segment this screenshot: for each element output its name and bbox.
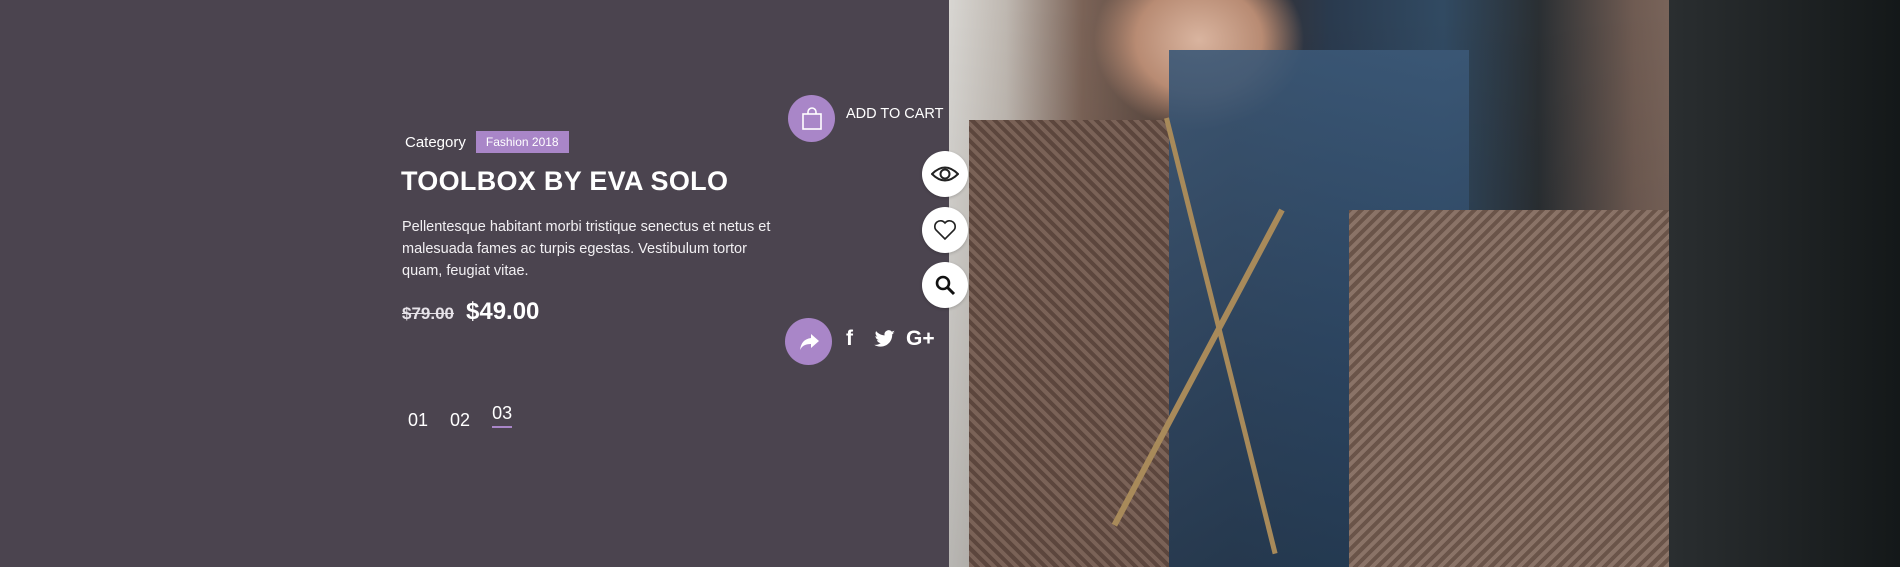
wishlist-button[interactable] — [922, 207, 968, 253]
photo-background — [1669, 0, 1900, 567]
old-price: $79.00 — [402, 304, 454, 323]
eye-icon — [931, 166, 959, 182]
heart-icon — [934, 220, 956, 241]
product-description: Pellentesque habitant morbi tristique se… — [402, 219, 771, 279]
slide-pager: 01 02 03 — [408, 403, 513, 435]
share-button[interactable] — [785, 318, 832, 365]
add-to-cart-button[interactable] — [788, 95, 835, 142]
photo-jacket-right — [1349, 210, 1669, 567]
shopping-bag-icon — [801, 106, 822, 130]
product-panel — [0, 0, 949, 567]
add-to-cart-label[interactable]: ADD TO CART — [846, 106, 944, 122]
product-title: TOOLBOX BY EVA SOLO — [401, 166, 729, 196]
google-plus-icon[interactable]: G+ — [906, 327, 935, 351]
share-icon — [799, 333, 819, 350]
price-row: $79.00 $49.00 — [402, 298, 539, 326]
photo-jacket-left — [969, 120, 1169, 567]
twitter-icon[interactable] — [874, 330, 896, 354]
pager-item-01[interactable]: 01 — [408, 410, 428, 435]
product-photo — [949, 0, 1900, 567]
category-badge[interactable]: Fashion 2018 — [475, 131, 569, 153]
category-label: Category — [405, 133, 466, 151]
search-icon — [935, 275, 956, 296]
pager-item-02[interactable]: 02 — [450, 410, 470, 435]
quick-view-button[interactable] — [922, 151, 968, 197]
twitter-bird-icon — [874, 330, 895, 347]
pager-item-03[interactable]: 03 — [492, 403, 513, 428]
category-row: Category Fashion 2018 — [405, 131, 569, 153]
new-price: $49.00 — [466, 298, 540, 325]
search-button[interactable] — [922, 262, 968, 308]
facebook-icon[interactable]: f — [846, 327, 853, 351]
